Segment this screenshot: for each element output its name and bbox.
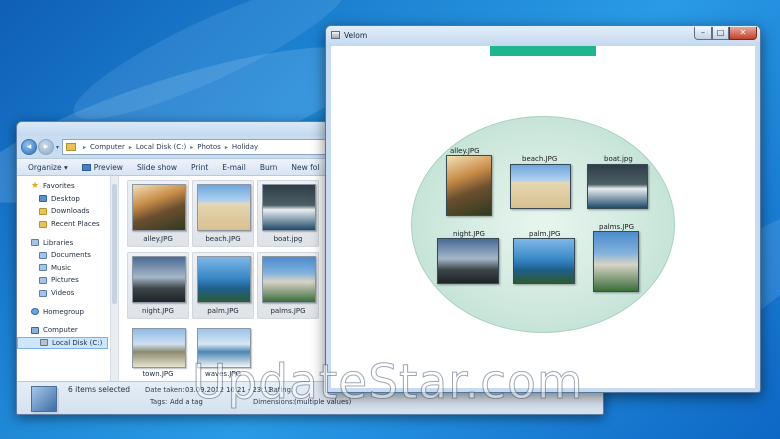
back-button[interactable]: ◂ — [21, 139, 37, 155]
nav-item-downloads[interactable]: Downloads — [17, 205, 118, 218]
photo-beach[interactable] — [510, 164, 571, 209]
file-name: night.JPG — [142, 307, 174, 315]
selection-count: 6 items selected — [68, 385, 131, 394]
file-name: beach.JPG — [205, 235, 241, 243]
nav-item-recent-places[interactable]: Recent Places — [17, 218, 118, 231]
file-name: palms.JPG — [270, 307, 306, 315]
photo-thumbnail — [197, 256, 251, 303]
photo-caption-night: night.JPG — [453, 230, 485, 238]
photo-palms[interactable] — [593, 231, 639, 292]
file-item-beach[interactable]: beach.JPG — [192, 180, 254, 247]
libraries-icon — [31, 239, 39, 247]
burn-button[interactable]: Burn — [253, 163, 285, 172]
tags-label: Tags: — [150, 398, 168, 406]
photo-alley[interactable] — [446, 155, 492, 216]
nav-item-libraries[interactable]: Libraries — [17, 236, 118, 249]
breadcrumb-holiday[interactable]: Holiday — [232, 143, 258, 151]
desktop-icon — [39, 195, 47, 203]
file-name: town.JPG — [142, 370, 174, 378]
music-icon — [39, 264, 47, 272]
nav-item-favorites[interactable]: ★ Favorites — [17, 180, 118, 193]
velom-titlebar[interactable]: Velom – □ ✕ — [326, 26, 760, 46]
photo-caption-palm: palm.JPG — [529, 230, 561, 238]
nav-item-desktop[interactable]: Desktop — [17, 193, 118, 206]
navigation-pane: ★ Favorites Desktop Downloads Recent Plac… — [17, 176, 119, 383]
nav-item-videos[interactable]: Videos — [17, 287, 118, 300]
folder-icon — [66, 143, 77, 151]
preview-button[interactable]: Preview — [75, 163, 130, 172]
print-button[interactable]: Print — [184, 163, 215, 172]
pictures-icon — [39, 276, 47, 284]
file-name: boat.jpg — [273, 235, 303, 243]
photo-caption-beach: beach.JPG — [522, 155, 558, 163]
preview-icon — [81, 163, 91, 171]
nav-item-music[interactable]: Music — [17, 262, 118, 275]
breadcrumb-computer[interactable]: Computer — [90, 143, 125, 151]
file-item-town[interactable]: town.JPG — [127, 324, 189, 383]
new-folder-button[interactable]: New fol — [284, 163, 326, 172]
scrollbar-thumb[interactable] — [112, 184, 117, 304]
file-item-boat[interactable]: boat.jpg — [257, 180, 319, 247]
photo-caption-alley: alley.JPG — [450, 147, 480, 155]
email-button[interactable]: E-mail — [215, 163, 253, 172]
window-title: Velom — [344, 31, 368, 40]
photo-night[interactable] — [437, 238, 499, 284]
star-icon: ★ — [31, 181, 40, 192]
selection-stack-icon — [31, 386, 57, 412]
videos-icon — [39, 289, 47, 297]
accent-bar[interactable] — [490, 46, 596, 56]
close-button[interactable]: ✕ — [729, 27, 757, 40]
updatestar-watermark: UpdateStar.com — [192, 355, 584, 411]
app-icon — [331, 31, 340, 39]
documents-icon — [39, 251, 47, 259]
photo-palm[interactable] — [513, 238, 575, 284]
file-name: palm.JPG — [207, 307, 239, 315]
computer-icon — [31, 326, 39, 334]
photo-thumbnail — [132, 184, 186, 231]
breadcrumb-local-disk[interactable]: Local Disk (C:) — [136, 143, 186, 151]
nav-item-pictures[interactable]: Pictures — [17, 274, 118, 287]
nav-item-computer[interactable]: Computer — [17, 324, 118, 337]
slide-show-button[interactable]: Slide show — [130, 163, 184, 172]
maximize-button[interactable]: □ — [712, 27, 729, 40]
photo-caption-palms: palms.JPG — [599, 223, 635, 231]
file-item-palms[interactable]: palms.JPG — [257, 252, 319, 319]
file-item-palm[interactable]: palm.JPG — [192, 252, 254, 319]
photo-thumbnail — [262, 184, 316, 231]
photo-caption-boat: boat.jpg — [604, 155, 633, 163]
breadcrumb-photos[interactable]: Photos — [197, 143, 221, 151]
photo-thumbnail — [262, 256, 316, 303]
photo-thumbnail — [132, 328, 186, 368]
organize-button[interactable]: Organize ▾ — [21, 163, 75, 172]
nav-item-local-disk[interactable]: Local Disk (C:) — [17, 336, 108, 350]
minimize-button[interactable]: – — [694, 27, 712, 40]
navigation-scrollbar[interactable] — [110, 176, 118, 383]
nav-item-documents[interactable]: Documents — [17, 249, 118, 262]
forward-button[interactable]: ▸ — [38, 139, 54, 155]
recent-places-icon — [39, 220, 47, 228]
file-name: alley.JPG — [143, 235, 173, 243]
nav-item-homegroup[interactable]: Homegroup — [17, 305, 118, 318]
photo-boat[interactable] — [587, 164, 648, 209]
date-taken-label: Date taken: — [145, 386, 185, 394]
photo-thumbnail — [197, 184, 251, 231]
photo-thumbnail — [132, 256, 186, 303]
file-item-night[interactable]: night.JPG — [127, 252, 189, 319]
file-item-alley[interactable]: alley.JPG — [127, 180, 189, 247]
velom-window: Velom – □ ✕ alley.JPG beach.JPG boat.jpg… — [325, 25, 761, 393]
recent-pages-chevron-icon[interactable]: ▾ — [56, 144, 59, 151]
downloads-folder-icon — [39, 207, 47, 215]
disk-icon — [40, 339, 48, 347]
velom-canvas[interactable]: alley.JPG beach.JPG boat.jpg night.JPG p… — [331, 46, 755, 388]
homegroup-icon — [31, 308, 39, 316]
